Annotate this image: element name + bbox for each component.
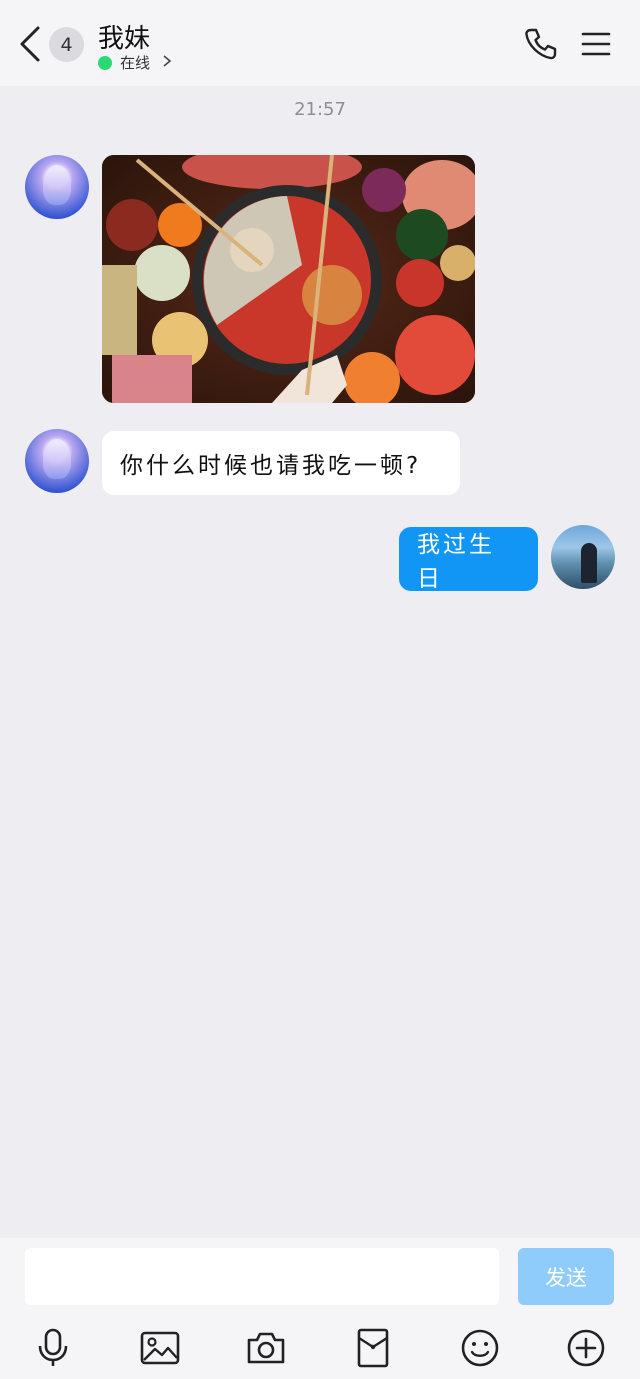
online-status-dot — [98, 55, 112, 70]
status-label: 在线 — [120, 54, 151, 72]
microphone-icon — [38, 1328, 68, 1366]
outgoing-message-bubble[interactable]: 我过生日 — [399, 527, 538, 592]
camera-icon — [247, 1332, 285, 1364]
chat-header: 4 我妹 在线 — [0, 0, 640, 86]
more-actions-button[interactable] — [566, 1328, 606, 1368]
message-input[interactable] — [25, 1248, 499, 1305]
unread-count-badge: 4 — [49, 27, 84, 62]
shared-photo-message[interactable] — [102, 155, 475, 403]
back-button[interactable] — [18, 22, 48, 66]
gallery-button[interactable] — [140, 1328, 180, 1368]
message-timestamp: 21:57 — [294, 99, 346, 120]
image-icon — [140, 1331, 180, 1365]
call-button[interactable] — [522, 26, 558, 62]
more-menu-button[interactable] — [580, 28, 612, 60]
chevron-right-icon — [162, 54, 172, 72]
emoji-button[interactable] — [460, 1328, 500, 1368]
incoming-message-bubble[interactable]: 你什么时候也请我吃一顿? — [102, 431, 460, 495]
plus-icon — [567, 1329, 605, 1367]
message-text: 你什么时候也请我吃一顿? — [120, 453, 422, 479]
hotpot-photo-icon — [102, 155, 475, 403]
menu-icon — [581, 32, 611, 56]
my-avatar[interactable] — [551, 525, 615, 589]
contact-name[interactable]: 我妹 — [98, 18, 150, 55]
chevron-left-icon — [20, 26, 40, 62]
red-packet-button[interactable] — [353, 1328, 393, 1368]
friend-avatar[interactable] — [25, 155, 89, 219]
voice-button[interactable] — [33, 1328, 73, 1368]
contact-status[interactable]: 在线 — [98, 52, 172, 73]
camera-button[interactable] — [246, 1328, 286, 1368]
message-composer: 发送 — [0, 1238, 640, 1379]
message-text: 我过生日 — [417, 532, 495, 592]
red-packet-icon — [357, 1328, 389, 1368]
emoji-icon — [461, 1329, 499, 1367]
phone-icon — [525, 28, 557, 60]
friend-avatar[interactable] — [25, 429, 89, 493]
send-button[interactable]: 发送 — [518, 1248, 614, 1305]
